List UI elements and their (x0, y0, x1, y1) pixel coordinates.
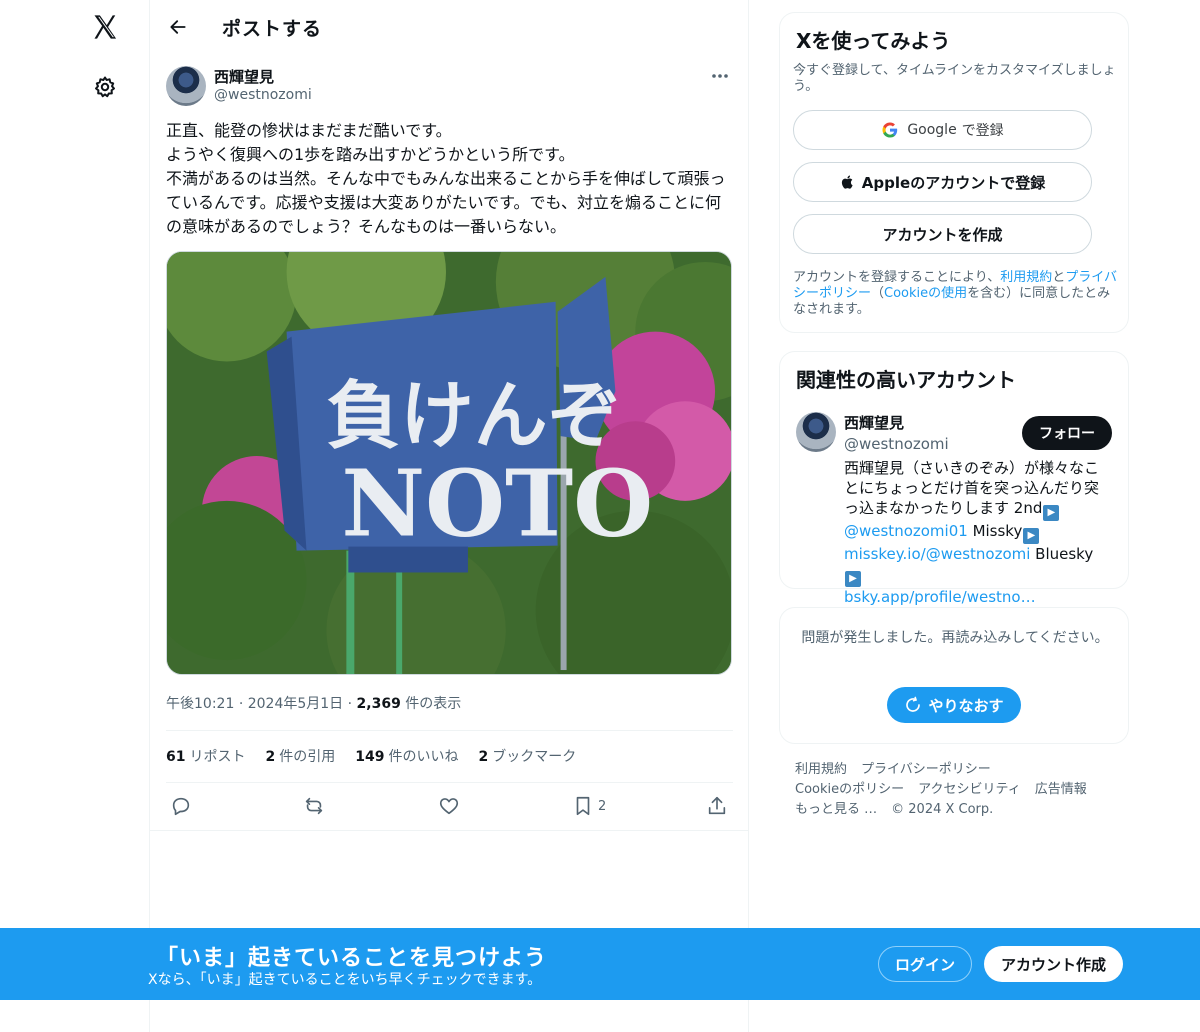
stat-bookmarks[interactable]: 2 ブックマーク (478, 746, 576, 766)
related-bio: 西輝望見（さいきのぞみ）が様々なことにちょっとだけ首を突っ込んだり突っ込まなかっ… (844, 459, 1100, 606)
post-actions: 2 (166, 792, 733, 822)
bookmark-count: 2 (598, 798, 607, 814)
post-time[interactable]: 午後10:21 (166, 696, 234, 712)
author-name[interactable]: 西輝望見 (214, 66, 274, 87)
apple-signup-button[interactable]: Appleのアカウントで登録 (793, 162, 1092, 202)
related-title: 関連性の高いアカウント (796, 368, 1016, 392)
sign-text-line2: NOTO (341, 450, 653, 558)
main-column: ポストする 西輝望見 @westnozomi 正直、能登の惨状はまだまだ酷いです… (150, 0, 749, 1032)
refresh-icon (906, 696, 921, 712)
play-arrow-icon: ▶ (1023, 528, 1040, 544)
main-header: ポストする (150, 0, 748, 54)
post-image[interactable]: 負けんぞ NOTO (166, 251, 732, 675)
footer-privacy[interactable]: プライバシーポリシー (861, 762, 991, 777)
footer-links: 利用規約 プライバシーポリシー Cookieのポリシー アクセシビリティ 広告情報 も… (795, 760, 1125, 820)
create-account-label: アカウントを作成 (882, 225, 1003, 244)
apple-signup-label: Appleのアカウントで登録 (861, 173, 1046, 192)
play-arrow-icon: ▶ (845, 571, 861, 587)
page-title: ポストする (222, 17, 323, 40)
retry-button[interactable]: やりなおす (887, 687, 1021, 723)
footer-terms[interactable]: 利用規約 (795, 762, 847, 777)
bio-link[interactable]: bsky.app/profile/westno… (844, 588, 1036, 606)
avatar[interactable] (796, 412, 836, 452)
bio-link[interactable]: misskey.io/@westnozomi (844, 545, 1030, 563)
reply-icon[interactable] (170, 792, 192, 820)
x-logo-icon[interactable] (88, 10, 122, 44)
stat-reposts[interactable]: 61 リポスト (166, 746, 245, 766)
signup-banner: 「いま」起きていることを見つけよう Xなら、「いま」起きていることをいち早くチェ… (0, 928, 1200, 1000)
google-icon (882, 122, 898, 138)
repost-icon[interactable] (303, 792, 325, 820)
bio-link[interactable]: @westnozomi01 (844, 522, 968, 540)
author-handle[interactable]: @westnozomi (214, 87, 312, 103)
google-brand: Google (907, 122, 957, 138)
arrow-left-icon[interactable] (164, 13, 192, 41)
signup-card: Xを使ってみよう 今すぐ登録して、タイムラインをカスタマイズしましょう。 Goo… (779, 12, 1129, 333)
error-message: 問題が発生しました。再読み込みしてください。 (801, 630, 1109, 646)
error-card: 問題が発生しました。再読み込みしてください。 やりなおす (779, 607, 1129, 744)
share-icon[interactable] (706, 792, 728, 820)
banner-subtitle: Xなら、「いま」起きていることをいち早くチェックできます。 (148, 972, 542, 988)
follow-button[interactable]: フォロー (1022, 416, 1112, 450)
related-handle[interactable]: @westnozomi (844, 435, 949, 453)
retry-label: やりなおす (928, 696, 1004, 715)
post-image-graphic: 負けんぞ NOTO (167, 252, 731, 674)
views-count: 2,369 (356, 696, 401, 712)
stat-likes[interactable]: 149 件のいいね (355, 746, 458, 766)
divider (150, 830, 748, 831)
post-date[interactable]: 2024年5月1日 (248, 696, 343, 712)
views-label: 件の表示 (405, 696, 462, 712)
login-button[interactable]: ログイン (878, 946, 972, 982)
post-author: 西輝望見 @westnozomi (166, 64, 734, 108)
stat-quotes[interactable]: 2 件の引用 (265, 746, 335, 766)
google-signup-button[interactable]: Google で登録 (793, 110, 1092, 150)
terms-link[interactable]: 利用規約 (1000, 270, 1052, 285)
footer-ads[interactable]: 広告情報 (1035, 782, 1087, 797)
banner-title: 「いま」起きていることを見つけよう (156, 946, 548, 971)
related-accounts-card: 関連性の高いアカウント 西輝望見 @westnozomi フォロー 西輝望見（さ… (779, 351, 1129, 606)
footer-cookie[interactable]: Cookieのポリシー (795, 782, 904, 797)
left-rail (0, 0, 150, 1032)
signup-legal: アカウントを登録することにより、利用規約とプライバシーポリシー（Cookieの使… (793, 270, 1118, 317)
signup-button[interactable]: アカウント作成 (984, 946, 1123, 982)
avatar[interactable] (166, 66, 206, 106)
more-dots-icon[interactable] (706, 66, 734, 86)
footer-more[interactable]: もっと見る … (795, 802, 877, 817)
signup-title: Xを使ってみよう (796, 29, 951, 53)
divider (166, 782, 733, 783)
signup-subtitle: 今すぐ登録して、タイムラインをカスタマイズしましょう。 (793, 63, 1116, 94)
create-account-button[interactable]: アカウントを作成 (793, 214, 1092, 254)
related-name[interactable]: 西輝望見 (844, 412, 904, 433)
bookmark-icon[interactable]: 2 (572, 792, 606, 820)
cookie-link[interactable]: Cookieの使用 (884, 286, 967, 301)
heart-icon[interactable] (438, 792, 460, 820)
divider (166, 730, 733, 731)
apple-icon (841, 175, 853, 189)
play-arrow-icon: ▶ (1043, 505, 1060, 521)
post-text: 正直、能登の惨状はまだまだ酷いです。 ようやく復興への1歩を踏み出すかどうかとい… (166, 121, 726, 236)
sign-text-line1: 負けんぞ (326, 374, 621, 459)
google-signup-label: で登録 (961, 123, 1004, 139)
gear-icon[interactable] (90, 72, 120, 102)
post-stats: 61 リポスト 2 件の引用 149 件のいいね 2 ブックマーク (166, 746, 576, 766)
footer-accessibility[interactable]: アクセシビリティ (918, 782, 1021, 797)
post-meta: 午後10:21 · 2024年5月1日 · 2,369 件の表示 (166, 696, 462, 712)
footer-copyright: © 2024 X Corp. (891, 802, 994, 817)
